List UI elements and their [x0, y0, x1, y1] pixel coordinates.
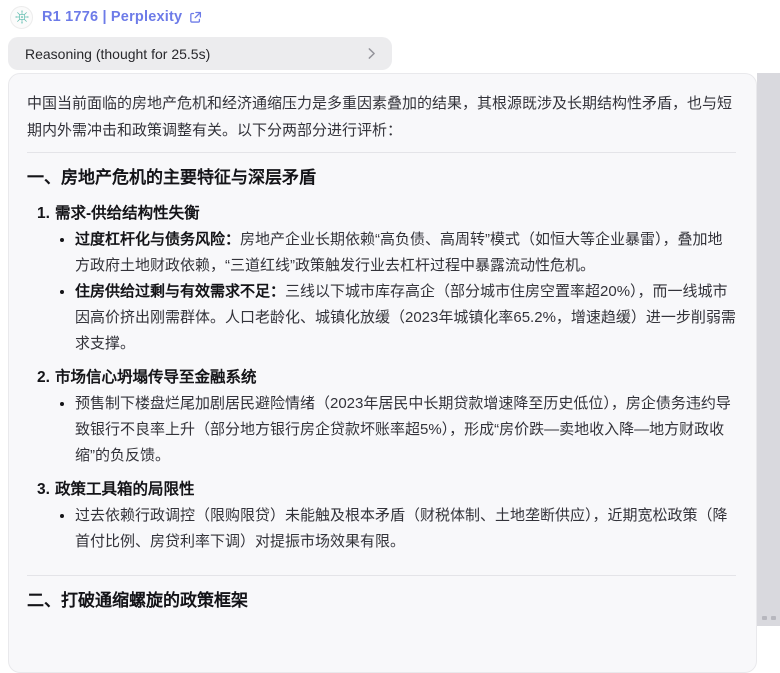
- list-item-number: 2.: [37, 369, 50, 386]
- chevron-right-icon: [365, 47, 378, 60]
- bullet-item: 过去依赖行政调控（限购限贷）未能触及根本矛盾（财税体制、土地垄断供应），近期宽松…: [75, 503, 736, 555]
- reasoning-accordion[interactable]: Reasoning (thought for 25.5s): [8, 37, 392, 70]
- bullet-text: 预售制下楼盘烂尾加剧居民避险情绪（2023年居民中长期贷款增速降至历史低位），房…: [75, 395, 731, 464]
- list-item-number: 1.: [37, 205, 50, 222]
- list-item: 2. 市场信心坍塌传导至金融系统 预售制下楼盘烂尾加剧居民避险情绪（2023年居…: [37, 365, 736, 469]
- list-item-title: 2. 市场信心坍塌传导至金融系统: [37, 365, 736, 391]
- model-header: R1 1776 | Perplexity: [10, 5, 202, 29]
- bullet-item: 住房供给过剩与有效需求不足：三线以下城市库存高企（部分城市住房空置率超20%），…: [75, 279, 736, 357]
- bullet-lead: 住房供给过剩与有效需求不足：: [75, 283, 286, 300]
- list-item-number: 3.: [37, 481, 50, 498]
- model-avatar-mandala-icon: [14, 10, 29, 24]
- scrollbar-grip-mark: [771, 616, 776, 620]
- list-item-title: 1. 需求-供给结构性失衡: [37, 201, 736, 227]
- intro-paragraph: 中国当前面临的房地产危机和经济通缩压力是多重因素叠加的结果，其根源既涉及长期结构…: [27, 95, 733, 139]
- list-item-heading: 政策工具箱的局限性: [54, 481, 195, 498]
- model-name-label: R1 1776 | Perplexity: [42, 9, 183, 25]
- list-item: 1. 需求-供给结构性失衡 过度杠杆化与债务风险：房地产企业长期依赖“高负债、高…: [37, 201, 736, 357]
- bullet-lead: 过度杠杆化与债务风险：: [75, 231, 241, 248]
- list-item-heading: 需求-供给结构性失衡: [54, 205, 200, 222]
- bullet-item: 预售制下楼盘烂尾加剧居民避险情绪（2023年居民中长期贷款增速降至历史低位），房…: [75, 391, 736, 469]
- bullet-list: 过度杠杆化与债务风险：房地产企业长期依赖“高负债、高周转”模式（如恒大等企业暴雷…: [37, 227, 736, 357]
- section1-title: 一、房地产危机的主要特征与深层矛盾: [27, 168, 316, 187]
- divider: [27, 152, 736, 153]
- scrollbar[interactable]: [757, 73, 780, 626]
- reasoning-label: Reasoning (thought for 25.5s): [25, 45, 211, 62]
- scrollbar-grip-mark: [762, 616, 767, 620]
- bullet-item: 过度杠杆化与债务风险：房地产企业长期依赖“高负债、高周转”模式（如恒大等企业暴雷…: [75, 227, 736, 279]
- model-name-link[interactable]: R1 1776 | Perplexity: [42, 9, 202, 25]
- response-content: 中国当前面临的房地产危机和经济通缩压力是多重因素叠加的结果，其根源既涉及长期结构…: [9, 74, 756, 614]
- bullet-text: 过去依赖行政调控（限购限贷）未能触及根本矛盾（财税体制、土地垄断供应），近期宽松…: [75, 507, 728, 550]
- divider: [27, 575, 736, 576]
- response-card: 中国当前面临的房地产危机和经济通缩压力是多重因素叠加的结果，其根源既涉及长期结构…: [8, 73, 757, 673]
- bullet-list: 过去依赖行政调控（限购限贷）未能触及根本矛盾（财税体制、土地垄断供应），近期宽松…: [37, 503, 736, 555]
- section2-title: 二、打破通缩螺旋的政策框架: [27, 591, 248, 610]
- external-link-icon[interactable]: [189, 11, 202, 24]
- list-item-title: 3. 政策工具箱的局限性: [37, 477, 736, 503]
- numbered-list: 1. 需求-供给结构性失衡 过度杠杆化与债务风险：房地产企业长期依赖“高负债、高…: [27, 201, 736, 555]
- model-avatar: [10, 5, 33, 29]
- list-item: 3. 政策工具箱的局限性 过去依赖行政调控（限购限贷）未能触及根本矛盾（财税体制…: [37, 477, 736, 555]
- bullet-list: 预售制下楼盘烂尾加剧居民避险情绪（2023年居民中长期贷款增速降至历史低位），房…: [37, 391, 736, 469]
- list-item-heading: 市场信心坍塌传导至金融系统: [54, 369, 257, 386]
